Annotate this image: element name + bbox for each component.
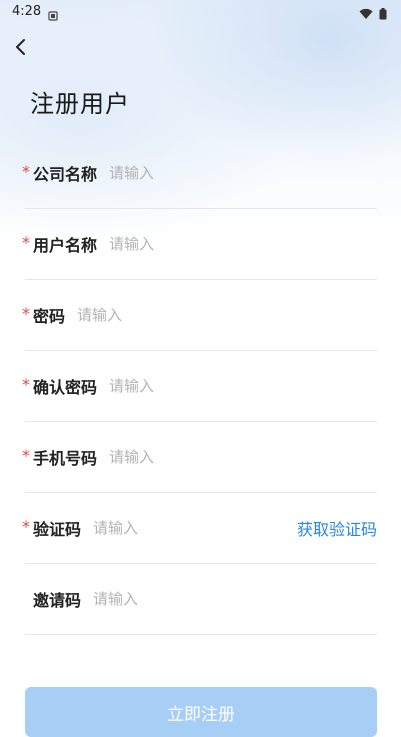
register-button[interactable]: 立即注册 — [25, 687, 377, 737]
invite-code-label: 邀请码 — [33, 591, 82, 610]
verification-code-row: * 验证码 获取验证码 — [22, 493, 377, 564]
required-mark: * — [22, 517, 30, 536]
verification-code-label: 验证码 — [33, 520, 82, 539]
phone-label: 手机号码 — [33, 449, 98, 468]
status-icons — [359, 5, 387, 24]
invite-code-row: 邀请码 — [25, 564, 377, 635]
chevron-left-icon — [14, 38, 26, 60]
password-input[interactable] — [77, 306, 377, 324]
required-mark: * — [22, 162, 30, 181]
company-name-row: * 公司名称 — [22, 138, 377, 209]
phone-input[interactable] — [109, 448, 377, 466]
password-label: 密码 — [33, 307, 66, 326]
confirm-password-row: * 确认密码 — [22, 351, 377, 422]
password-row: * 密码 — [22, 280, 377, 351]
battery-icon — [379, 5, 387, 24]
phone-row: * 手机号码 — [22, 422, 377, 493]
username-row: * 用户名称 — [22, 209, 377, 280]
required-mark: * — [22, 375, 30, 394]
invite-code-input[interactable] — [93, 590, 377, 608]
page-title: 注册用户 — [30, 90, 130, 118]
status-time: 4:28 — [12, 4, 42, 19]
wifi-icon — [359, 5, 373, 24]
confirm-password-label: 确认密码 — [33, 378, 98, 397]
username-input[interactable] — [109, 235, 377, 253]
username-label: 用户名称 — [33, 236, 98, 255]
required-mark: * — [22, 233, 30, 252]
verification-code-input[interactable] — [93, 519, 297, 537]
confirm-password-input[interactable] — [109, 377, 377, 395]
company-name-input[interactable] — [109, 164, 377, 182]
sim-card-icon — [48, 6, 58, 25]
company-name-label: 公司名称 — [33, 165, 98, 184]
required-mark: * — [22, 446, 30, 465]
back-button[interactable] — [8, 36, 32, 62]
get-code-button[interactable]: 获取验证码 — [297, 516, 377, 540]
status-bar: 4:28 — [0, 0, 401, 24]
required-mark: * — [22, 304, 30, 323]
registration-form: * 公司名称 * 用户名称 * 密码 * 确认密码 * 手机号码 * 验证码 获… — [22, 138, 377, 635]
